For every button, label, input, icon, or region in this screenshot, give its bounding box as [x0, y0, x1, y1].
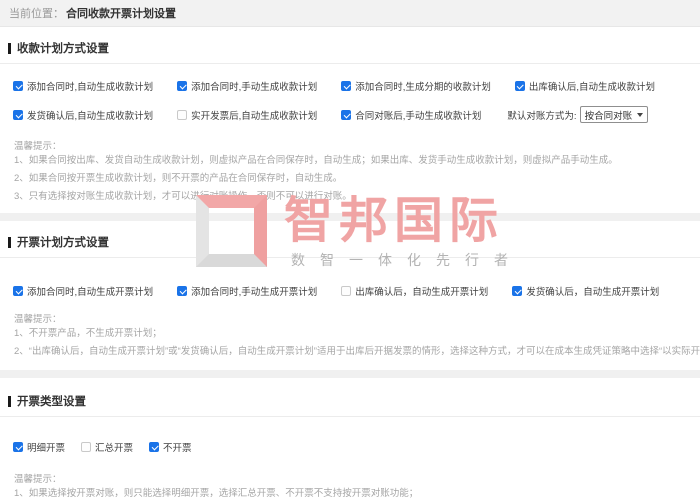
tip-line: 1、如果选择按开票对账，则只能选择明细开票，选择汇总开票、不开票不支持按开票对账… [14, 485, 692, 502]
checkbox[interactable] [177, 81, 187, 91]
section-marker [8, 237, 11, 248]
tips-title: 温馨提示： [14, 471, 692, 485]
checkbox[interactable] [341, 81, 351, 91]
checkbox-row: 发货确认后,自动生成收款计划 实开发票后,自动生成收款计划 合同对账后,手动生成… [8, 106, 692, 123]
checkbox-auto-receipt-on-invoice[interactable]: 实开发票后,自动生成收款计划 [177, 108, 317, 122]
checkbox-label: 出库确认后,自动生成收款计划 [529, 79, 655, 93]
section-divider [0, 213, 700, 221]
checkbox-label: 添加合同时,手动生成开票计划 [191, 284, 317, 298]
checkbox-row: 明细开票 汇总开票 不开票 [8, 440, 692, 454]
checkbox-auto-invoice-on-contract[interactable]: 添加合同时,自动生成开票计划 [13, 284, 153, 298]
section-header: 开票计划方式设置 [8, 234, 692, 250]
tip-line: 2、“出库确认后，自动生成开票计划”或“发货确认后，自动生成开票计划”适用于出库… [14, 343, 692, 361]
checkbox-label: 汇总开票 [95, 440, 133, 454]
checkbox-auto-receipt-on-contract[interactable]: 添加合同时,自动生成收款计划 [13, 79, 153, 93]
checkbox-manual-receipt-on-contract[interactable]: 添加合同时,手动生成收款计划 [177, 79, 317, 93]
checkbox-label: 发货确认后，自动生成开票计划 [526, 284, 659, 298]
reconcile-mode-value: 按合同对账 [585, 108, 633, 122]
section-header: 收款计划方式设置 [8, 40, 692, 56]
checkbox[interactable] [149, 442, 159, 452]
checkbox[interactable] [515, 81, 525, 91]
tips-title: 温馨提示： [14, 311, 692, 325]
section-invoice-plan: 开票计划方式设置 添加合同时,自动生成开票计划 添加合同时,手动生成开票计划 出… [0, 221, 700, 370]
checkbox[interactable] [13, 81, 23, 91]
default-reconcile-setting: 默认对账方式为: 按合同对账 [507, 106, 648, 123]
tip-line: 1、如果合同按出库、发货自动生成收款计划，则虚拟产品在合同保存时，自动生成；如果… [14, 152, 692, 170]
checkbox-auto-invoice-on-delivery[interactable]: 发货确认后，自动生成开票计划 [512, 284, 659, 298]
section-invoice-type: 开票类型设置 明细开票 汇总开票 不开票 温馨提示： 1、如果选择按开票对账，则… [0, 378, 700, 502]
checkbox[interactable] [13, 110, 23, 120]
tips-block: 温馨提示： 1、不开票产品，不生成开票计划； 2、“出库确认后，自动生成开票计划… [8, 311, 692, 361]
checkbox-label: 实开发票后,自动生成收款计划 [191, 108, 317, 122]
checkbox-auto-receipt-on-delivery[interactable]: 发货确认后,自动生成收款计划 [13, 108, 153, 122]
page-title: 合同收款开票计划设置 [66, 5, 176, 21]
checkbox-label: 添加合同时,生成分期的收款计划 [355, 79, 491, 93]
tips-block: 温馨提示： 1、如果合同按出库、发货自动生成收款计划，则虚拟产品在合同保存时，自… [8, 138, 692, 206]
checkbox-label: 出库确认后，自动生成开票计划 [355, 284, 488, 298]
checkbox-manual-invoice-on-contract[interactable]: 添加合同时,手动生成开票计划 [177, 284, 317, 298]
checkbox-row: 添加合同时,自动生成开票计划 添加合同时,手动生成开票计划 出库确认后，自动生成… [8, 284, 692, 298]
tips-block: 温馨提示： 1、如果选择按开票对账，则只能选择明细开票，选择汇总开票、不开票不支… [8, 471, 692, 502]
checkbox-label: 添加合同时,自动生成收款计划 [27, 79, 153, 93]
checkbox[interactable] [81, 442, 91, 452]
tips-title: 温馨提示： [14, 138, 692, 152]
checkbox[interactable] [512, 286, 522, 296]
checkbox-label: 明细开票 [27, 440, 65, 454]
section-divider-line [0, 416, 700, 417]
checkbox[interactable] [177, 286, 187, 296]
section-marker [8, 43, 11, 54]
checkbox-label: 添加合同时,手动生成收款计划 [191, 79, 317, 93]
checkbox[interactable] [177, 110, 187, 120]
breadcrumb: 当前位置： 合同收款开票计划设置 [0, 0, 700, 27]
section-header: 开票类型设置 [8, 393, 692, 409]
section-divider-line [0, 63, 700, 64]
section-receipt-plan: 收款计划方式设置 添加合同时,自动生成收款计划 添加合同时,手动生成收款计划 添… [0, 27, 700, 213]
section-divider [0, 370, 700, 378]
section-divider-line [0, 257, 700, 258]
checkbox[interactable] [13, 442, 23, 452]
checkbox[interactable] [341, 286, 351, 296]
checkbox-label: 发货确认后,自动生成收款计划 [27, 108, 153, 122]
checkbox-label: 合同对账后,手动生成收款计划 [355, 108, 481, 122]
checkbox-no-invoice[interactable]: 不开票 [149, 440, 192, 454]
checkbox[interactable] [341, 110, 351, 120]
checkbox-row: 添加合同时,自动生成收款计划 添加合同时,手动生成收款计划 添加合同时,生成分期… [8, 79, 692, 93]
checkbox-auto-invoice-on-outbound[interactable]: 出库确认后，自动生成开票计划 [341, 284, 488, 298]
checkbox-manual-receipt-on-reconcile[interactable]: 合同对账后,手动生成收款计划 [341, 108, 481, 122]
reconcile-mode-label: 默认对账方式为: [507, 108, 576, 122]
section-title: 开票类型设置 [17, 393, 86, 409]
chevron-down-icon [637, 113, 643, 117]
tip-line: 3、只有选择按对账生成收款计划，才可以进行对账操作，否则不可以进行对账。 [14, 188, 692, 206]
section-marker [8, 396, 11, 407]
tip-line: 1、不开票产品，不生成开票计划； [14, 325, 692, 343]
checkbox-itemized-invoice[interactable]: 明细开票 [13, 440, 65, 454]
breadcrumb-prefix: 当前位置： [9, 5, 64, 21]
checkbox-label: 添加合同时,自动生成开票计划 [27, 284, 153, 298]
checkbox[interactable] [13, 286, 23, 296]
checkbox-summary-invoice[interactable]: 汇总开票 [81, 440, 133, 454]
checkbox-auto-receipt-on-outbound[interactable]: 出库确认后,自动生成收款计划 [515, 79, 655, 93]
checkbox-installment-receipt-on-contract[interactable]: 添加合同时,生成分期的收款计划 [341, 79, 491, 93]
section-title: 开票计划方式设置 [17, 234, 109, 250]
reconcile-mode-select[interactable]: 按合同对账 [580, 106, 649, 123]
section-title: 收款计划方式设置 [17, 40, 109, 56]
tip-line: 2、如果合同按开票生成收款计划，则不开票的产品在合同保存时，自动生成。 [14, 170, 692, 188]
checkbox-label: 不开票 [163, 440, 192, 454]
